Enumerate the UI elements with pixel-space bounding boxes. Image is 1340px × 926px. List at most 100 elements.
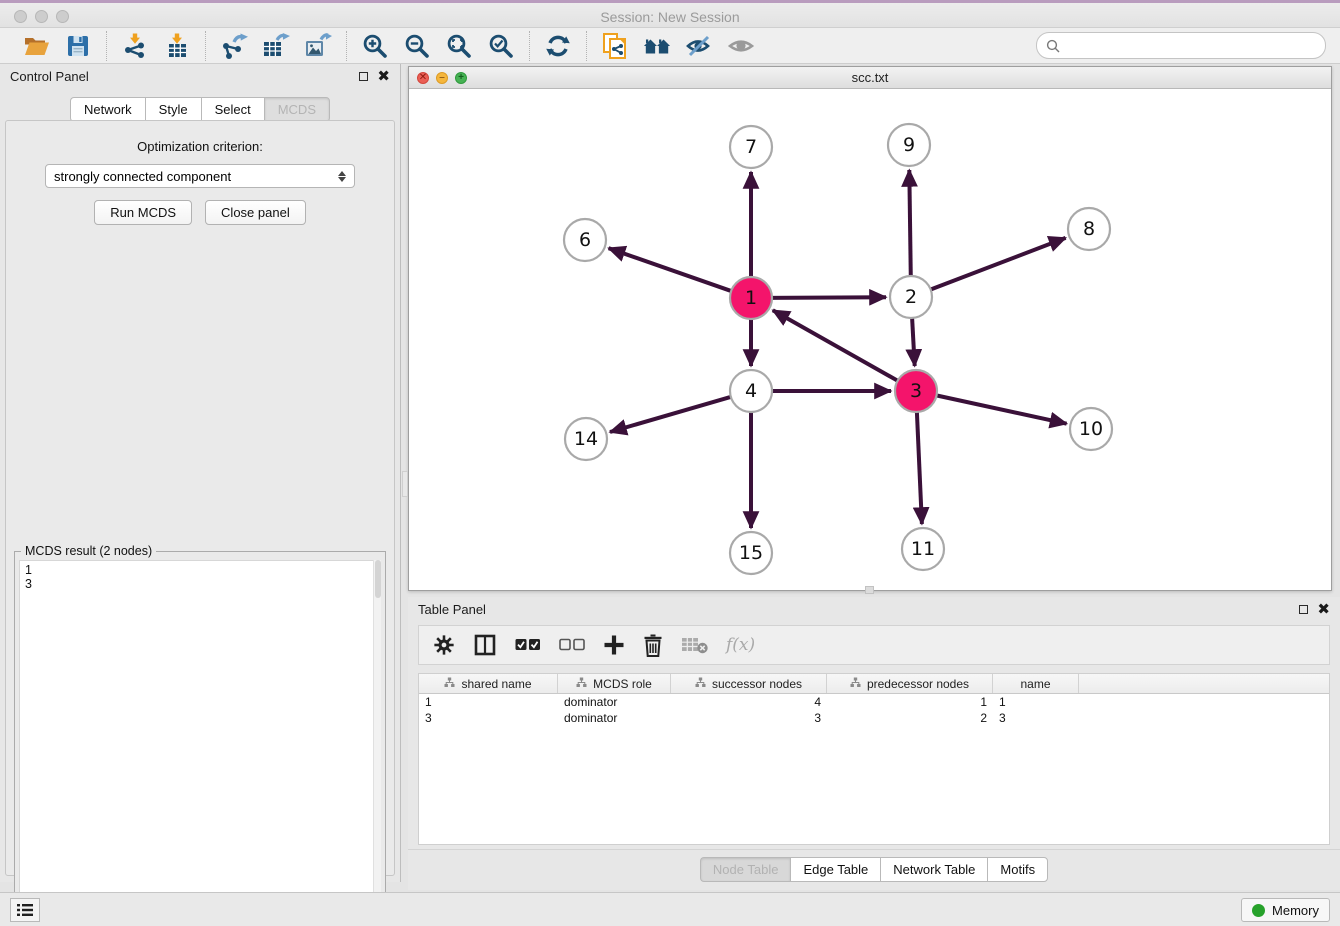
zoom-in-icon[interactable] [361, 32, 389, 60]
apply-layout-icon[interactable] [544, 32, 572, 60]
tab-node-table[interactable]: Node Table [700, 857, 791, 882]
table-panel-title: Table Panel [418, 602, 486, 617]
toolbar-group [106, 31, 205, 61]
node-3[interactable]: 3 [895, 370, 937, 412]
zoom-fit-icon[interactable] [445, 32, 473, 60]
tab-mcds[interactable]: MCDS [264, 97, 330, 122]
add-column-icon[interactable] [603, 632, 625, 658]
node-15[interactable]: 15 [730, 532, 772, 574]
export-network-icon[interactable] [220, 32, 248, 60]
node-8[interactable]: 8 [1068, 208, 1110, 250]
edge-1-2[interactable] [770, 297, 886, 298]
column-header-shared-name[interactable]: shared name [419, 674, 558, 693]
network-view-window: ✕ – + scc.txt 7968124314101511 [408, 66, 1332, 591]
delete-table-icon [681, 632, 708, 658]
column-header-MCDS-role[interactable]: MCDS role [558, 674, 671, 693]
column-label: predecessor nodes [867, 677, 969, 691]
search-input[interactable] [1066, 38, 1316, 53]
export-table-icon[interactable] [262, 32, 290, 60]
column-chooser-icon[interactable] [473, 632, 497, 658]
tab-motifs[interactable]: Motifs [987, 857, 1048, 882]
zoom-selected-icon[interactable] [487, 32, 515, 60]
node-11[interactable]: 11 [902, 528, 944, 570]
edge-2-8[interactable] [929, 238, 1066, 290]
toolbar-group [8, 31, 106, 61]
deselect-all-rows-icon[interactable] [559, 632, 585, 658]
edge-3-1[interactable] [773, 310, 900, 381]
float-panel-icon[interactable] [359, 72, 368, 81]
run-mcds-button[interactable]: Run MCDS [94, 200, 192, 225]
task-history-button[interactable] [10, 898, 40, 922]
mcds-result-scrollbar[interactable] [373, 560, 381, 924]
table-float-icon[interactable] [1299, 605, 1308, 614]
memory-status-icon [1252, 904, 1265, 917]
import-table-icon[interactable] [163, 32, 191, 60]
mcds-result-fieldset: MCDS result (2 nodes) 1 3 [14, 551, 386, 926]
zoom-out-icon[interactable] [403, 32, 431, 60]
table-settings-icon[interactable] [433, 632, 455, 658]
tab-style[interactable]: Style [145, 97, 201, 122]
tab-network[interactable]: Network [70, 97, 145, 122]
delete-column-icon[interactable] [643, 632, 663, 658]
window-title: Session: New Session [0, 9, 1340, 25]
column-header-name[interactable]: name [993, 674, 1079, 693]
tab-network-table[interactable]: Network Table [880, 857, 987, 882]
table-toolbar: f(x) [418, 625, 1330, 665]
show-all-icon [727, 32, 755, 60]
duplicate-network-icon[interactable] [601, 32, 629, 60]
titlebar: Session: New Session [0, 0, 1340, 28]
optimization-criterion-dropdown[interactable]: strongly connected component [45, 164, 355, 188]
toolbar-group [529, 31, 586, 61]
open-session-icon[interactable] [22, 32, 50, 60]
table-cell: 1 [827, 694, 993, 710]
node-14[interactable]: 14 [565, 418, 607, 460]
node-2[interactable]: 2 [890, 276, 932, 318]
list-icon [17, 903, 33, 917]
panel-splitter-grip[interactable] [402, 471, 408, 497]
network-canvas[interactable]: 7 9 6 8 1 2 4 3 14 10 15 11 [409, 89, 1331, 590]
node-6[interactable]: 6 [564, 219, 606, 261]
table-cell: 3 [671, 710, 827, 726]
table-row[interactable]: 1dominator411 [419, 694, 1329, 710]
node-4[interactable]: 4 [730, 370, 772, 412]
node-label: 15 [739, 542, 763, 564]
edge-2-9[interactable] [909, 170, 911, 278]
search-box[interactable] [1036, 32, 1326, 59]
table-cell: 2 [827, 710, 993, 726]
export-image-icon[interactable] [304, 32, 332, 60]
table-cell: 1 [993, 694, 1079, 710]
first-neighbors-icon[interactable] [643, 32, 671, 60]
toolbar-group [346, 31, 529, 61]
toolbar-group [586, 31, 769, 61]
main-toolbar [0, 28, 1340, 64]
toolbar-group [205, 31, 346, 61]
edge-3-11[interactable] [917, 410, 922, 524]
mcds-result-text[interactable]: 1 3 [19, 560, 381, 924]
network-resize-grip[interactable] [865, 586, 874, 594]
memory-label: Memory [1272, 903, 1319, 918]
hide-selected-icon[interactable] [685, 32, 713, 60]
node-7[interactable]: 7 [730, 126, 772, 168]
node-label: 4 [745, 380, 757, 402]
close-panel-icon[interactable]: ✖ [377, 69, 390, 84]
table-close-icon[interactable]: ✖ [1317, 602, 1330, 617]
edge-4-14[interactable] [610, 396, 733, 432]
node-9[interactable]: 9 [888, 124, 930, 166]
node-10[interactable]: 10 [1070, 408, 1112, 450]
table-row[interactable]: 3dominator323 [419, 710, 1329, 726]
close-panel-button[interactable]: Close panel [205, 200, 306, 225]
edge-3-10[interactable] [935, 395, 1067, 424]
tab-edge-table[interactable]: Edge Table [790, 857, 880, 882]
tab-select[interactable]: Select [201, 97, 264, 122]
edge-2-3[interactable] [912, 316, 915, 366]
save-session-icon[interactable] [64, 32, 92, 60]
import-network-icon[interactable] [121, 32, 149, 60]
memory-button[interactable]: Memory [1241, 898, 1330, 922]
dropdown-caret-icon [338, 171, 346, 182]
select-all-rows-icon[interactable] [515, 632, 541, 658]
edge-1-6[interactable] [609, 248, 734, 292]
column-header-successor-nodes[interactable]: successor nodes [671, 674, 827, 693]
node-label: 9 [903, 134, 915, 156]
node-1[interactable]: 1 [730, 277, 772, 319]
column-header-predecessor-nodes[interactable]: predecessor nodes [827, 674, 993, 693]
